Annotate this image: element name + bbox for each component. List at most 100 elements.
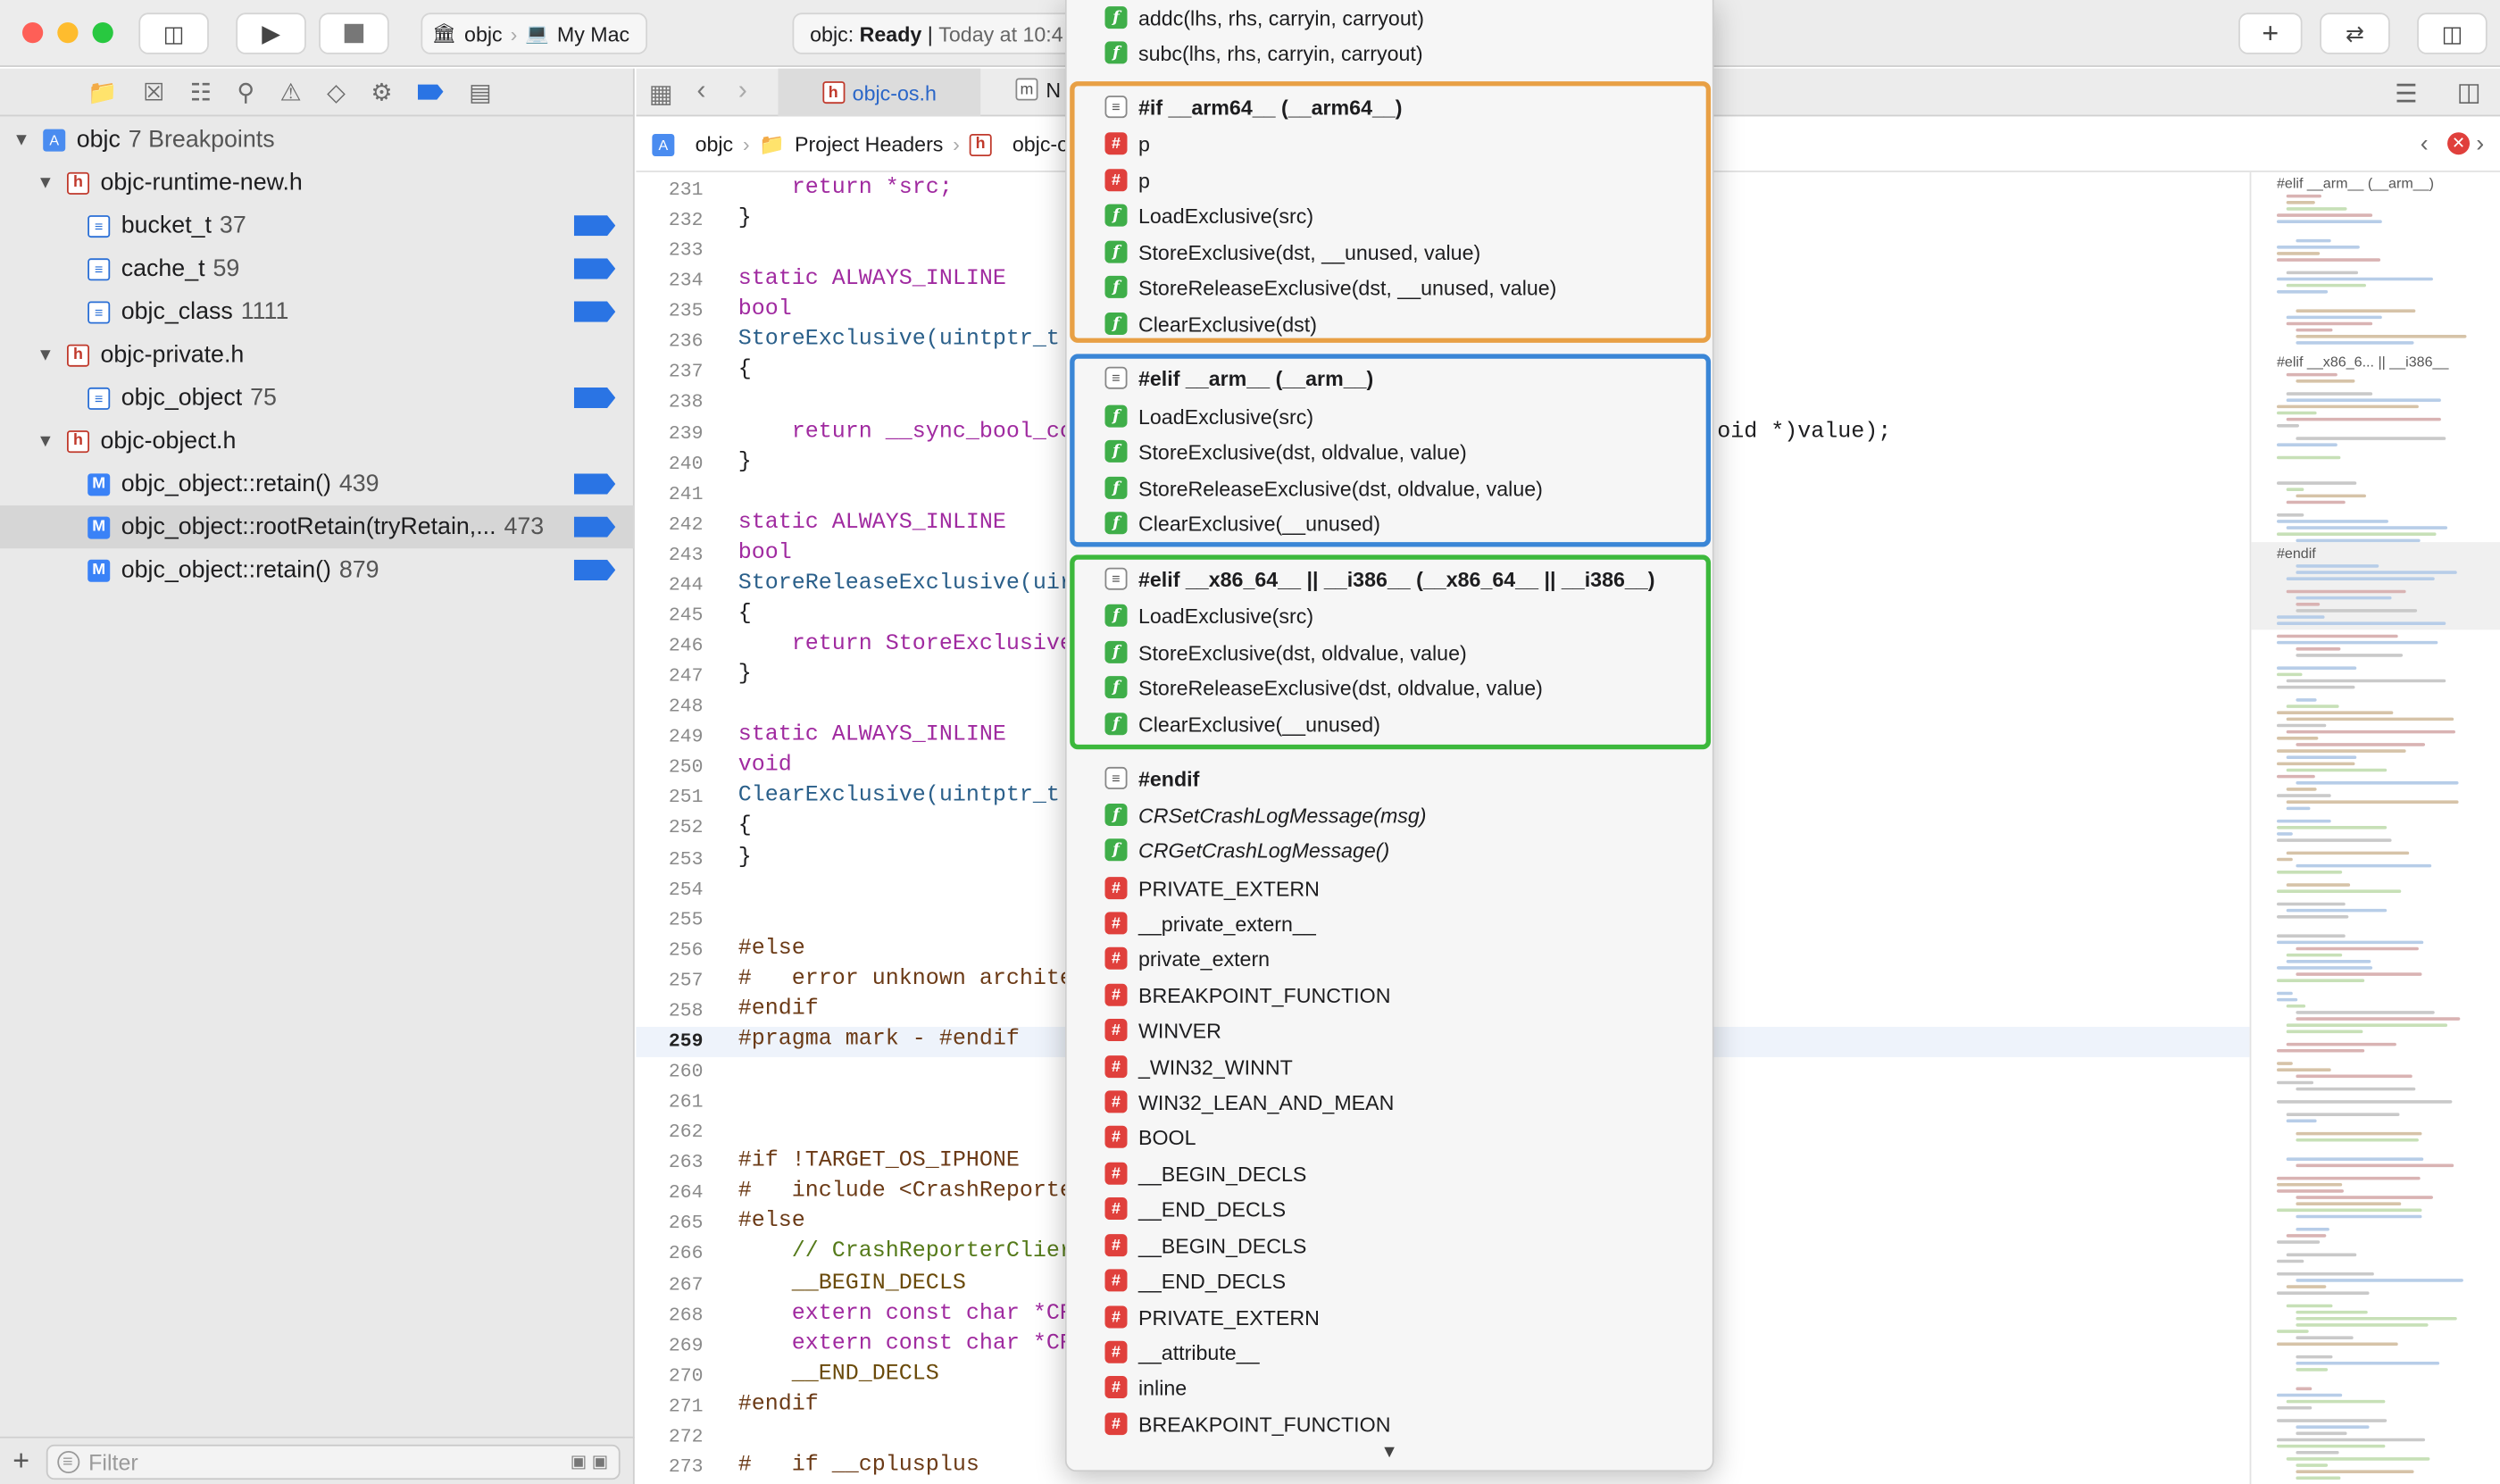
- popup-item[interactable]: # PRIVATE_EXTERN: [1104, 871, 1320, 905]
- popup-item[interactable]: # BOOL: [1104, 1120, 1196, 1155]
- scheme-selector[interactable]: 🏛 objc › 💻 My Mac: [421, 13, 647, 54]
- code-review-button[interactable]: ⇄: [2320, 13, 2390, 54]
- toggle-navigator-button[interactable]: ◫: [138, 13, 209, 54]
- popup-item[interactable]: f ClearExclusive(__unused): [1104, 505, 1380, 540]
- breakpoint-enabled-icon[interactable]: [573, 301, 616, 322]
- line-number[interactable]: 251: [636, 787, 704, 809]
- breakpoint-row[interactable]: ≡ bucket_t 37: [0, 204, 635, 247]
- popup-item[interactable]: # BREAKPOINT_FUNCTION: [1104, 978, 1390, 1013]
- line-number[interactable]: 260: [636, 1061, 704, 1083]
- line-number[interactable]: 236: [636, 330, 704, 353]
- line-number[interactable]: 272: [636, 1425, 704, 1447]
- line-number[interactable]: 237: [636, 361, 704, 383]
- back-chevron-icon[interactable]: ‹: [696, 75, 705, 107]
- line-number[interactable]: 246: [636, 635, 704, 657]
- line-number[interactable]: 257: [636, 969, 704, 991]
- run-button[interactable]: ▶: [236, 13, 306, 54]
- line-number[interactable]: 238: [636, 391, 704, 413]
- source-control-icon[interactable]: ☒: [143, 78, 164, 105]
- line-number[interactable]: 266: [636, 1243, 704, 1265]
- breadcrumb-group[interactable]: Project Headers: [795, 132, 943, 156]
- line-number[interactable]: 231: [636, 179, 704, 201]
- breakpoint-tag-icon[interactable]: [417, 83, 444, 100]
- popup-item[interactable]: # __END_DECLS: [1104, 1263, 1286, 1297]
- popup-item[interactable]: f StoreReleaseExclusive(dst, __unused, va…: [1104, 270, 1556, 304]
- minimap-section-label[interactable]: #elif __arm__ (__arm__): [2277, 175, 2434, 191]
- line-number[interactable]: 256: [636, 938, 704, 961]
- line-number[interactable]: 241: [636, 483, 704, 505]
- line-number[interactable]: 254: [636, 878, 704, 900]
- minimap-section-label[interactable]: #elif __x86_6... || __i386__: [2277, 354, 2448, 370]
- line-number[interactable]: 235: [636, 300, 704, 322]
- line-number[interactable]: 262: [636, 1121, 704, 1144]
- filter-options-icon[interactable]: ▣ ▣: [571, 1451, 609, 1471]
- line-number[interactable]: 253: [636, 847, 704, 870]
- stop-button[interactable]: [319, 13, 389, 54]
- popup-item[interactable]: f subc(lhs, rhs, carryin, carryout): [1104, 35, 1423, 70]
- line-number[interactable]: 250: [636, 756, 704, 779]
- popup-item[interactable]: f CRSetCrashLogMessage(msg): [1104, 797, 1427, 832]
- popup-item[interactable]: f StoreReleaseExclusive(dst, oldvalue, va…: [1104, 471, 1543, 505]
- line-number[interactable]: 239: [636, 421, 704, 444]
- folder-icon[interactable]: 📁: [88, 78, 117, 105]
- minimap[interactable]: #elif __arm__ (__arm__) #elif __x86_6... …: [2249, 171, 2500, 1484]
- line-number[interactable]: 273: [636, 1455, 704, 1478]
- breakpoint-row[interactable]: Mobjc_object::rootRetain(tryRetain,... 47…: [0, 505, 635, 549]
- line-number[interactable]: 258: [636, 999, 704, 1021]
- split-editor-icon[interactable]: ◫: [2457, 77, 2481, 109]
- forward-chevron-icon[interactable]: ›: [738, 75, 747, 107]
- breakpoint-file-row[interactable]: ▼ h objc-object.h: [0, 420, 635, 463]
- popup-item[interactable]: f StoreExclusive(dst, oldvalue, value): [1104, 635, 1467, 670]
- line-number[interactable]: 263: [636, 1152, 704, 1174]
- popup-item[interactable]: # BREAKPOINT_FUNCTION: [1104, 1406, 1390, 1441]
- breakpoint-enabled-icon[interactable]: [573, 387, 616, 409]
- breadcrumb-project[interactable]: objc: [696, 132, 734, 156]
- breakpoint-enabled-icon[interactable]: [573, 215, 616, 237]
- disclosure-open-icon[interactable]: ▼: [12, 130, 29, 149]
- popup-item[interactable]: f ClearExclusive(dst): [1104, 306, 1317, 341]
- line-number[interactable]: 232: [636, 209, 704, 231]
- line-number[interactable]: 267: [636, 1273, 704, 1296]
- scroll-down-arrow-icon[interactable]: ▼: [1380, 1443, 1397, 1462]
- breakpoint-row[interactable]: Mobjc_object::retain() 879: [0, 548, 635, 591]
- popup-item[interactable]: f LoadExclusive(src): [1104, 598, 1313, 633]
- popup-item[interactable]: f addc(lhs, rhs, carryin, carryout): [1104, 0, 1424, 35]
- popup-item[interactable]: # __BEGIN_DECLS: [1104, 1156, 1306, 1191]
- line-number[interactable]: 270: [636, 1364, 704, 1387]
- hierarchy-icon[interactable]: ☷: [190, 78, 212, 105]
- toggle-inspector-button[interactable]: ◫: [2417, 13, 2488, 54]
- line-number[interactable]: 264: [636, 1182, 704, 1205]
- line-number[interactable]: 248: [636, 696, 704, 718]
- breakpoint-file-row[interactable]: ▼ h objc-runtime-new.h: [0, 161, 635, 204]
- popup-item[interactable]: f ClearExclusive(__unused): [1104, 706, 1380, 741]
- line-number[interactable]: 255: [636, 908, 704, 930]
- search-icon[interactable]: ⚲: [237, 78, 254, 105]
- breakpoint-enabled-icon[interactable]: [573, 516, 616, 538]
- popup-item[interactable]: # private_extern: [1104, 941, 1270, 976]
- popup-item[interactable]: # __attribute__: [1104, 1335, 1260, 1370]
- minimize-window-button[interactable]: [57, 21, 79, 44]
- disclosure-open-icon[interactable]: ▼: [37, 173, 54, 192]
- popup-item[interactable]: # _WIN32_WINNT: [1104, 1049, 1293, 1084]
- breakpoint-row[interactable]: ≡ objc_object 75: [0, 376, 635, 419]
- popup-item[interactable]: # WIN32_LEAN_AND_MEAN: [1104, 1084, 1394, 1119]
- line-number[interactable]: 271: [636, 1395, 704, 1417]
- line-number[interactable]: 268: [636, 1304, 704, 1326]
- breakpoints-project-row[interactable]: ▼ A objc 7 Breakpoints: [0, 118, 635, 161]
- line-number[interactable]: 247: [636, 665, 704, 688]
- line-number[interactable]: 259: [636, 1030, 704, 1052]
- breakpoint-row[interactable]: ≡ objc_class 1111: [0, 290, 635, 333]
- disclosure-open-icon[interactable]: ▼: [37, 346, 54, 364]
- line-number[interactable]: 249: [636, 726, 704, 748]
- breakpoint-row[interactable]: Mobjc_object::retain() 439: [0, 463, 635, 505]
- tab-other[interactable]: m N: [1015, 78, 1061, 102]
- breakpoint-row[interactable]: ≡ cache_t 59: [0, 247, 635, 290]
- breakpoint-file-row[interactable]: ▼ h objc-private.h: [0, 333, 635, 376]
- line-number[interactable]: 242: [636, 513, 704, 536]
- add-breakpoint-icon[interactable]: +: [12, 1445, 29, 1478]
- popup-item[interactable]: # inline: [1104, 1370, 1187, 1405]
- error-icon[interactable]: ✕: [2447, 132, 2471, 155]
- breakpoint-enabled-icon[interactable]: [573, 473, 616, 495]
- popup-item[interactable]: # PRIVATE_EXTERN: [1104, 1299, 1320, 1334]
- popup-item[interactable]: ≡ #if __arm64__ (__arm64__): [1104, 89, 1403, 124]
